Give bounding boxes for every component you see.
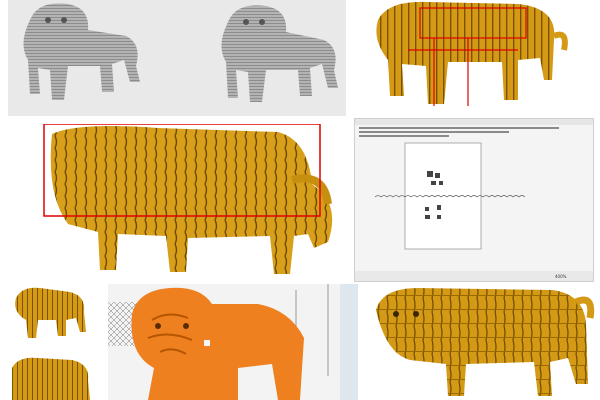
gray-pug-left bbox=[23, 3, 141, 100]
cad-layout-screenshot: 400% bbox=[354, 118, 594, 282]
gold-thumb-bottom bbox=[12, 357, 90, 400]
orange-render-closeup bbox=[108, 284, 358, 400]
cad-zoom-label: 400% bbox=[555, 274, 567, 279]
cad-toolbar bbox=[359, 127, 559, 137]
small-gold-thumbnails bbox=[8, 284, 102, 400]
gold-slices-top-right bbox=[368, 0, 600, 108]
gold-model-bottom-right bbox=[362, 284, 600, 400]
gold-slices-side-closeup bbox=[38, 124, 340, 276]
gray-pug-right bbox=[221, 5, 338, 102]
side-panel-strip bbox=[340, 284, 358, 400]
gold-thumb-top bbox=[15, 287, 86, 338]
orange-pug bbox=[131, 287, 304, 400]
gray-model-previews bbox=[8, 0, 346, 116]
